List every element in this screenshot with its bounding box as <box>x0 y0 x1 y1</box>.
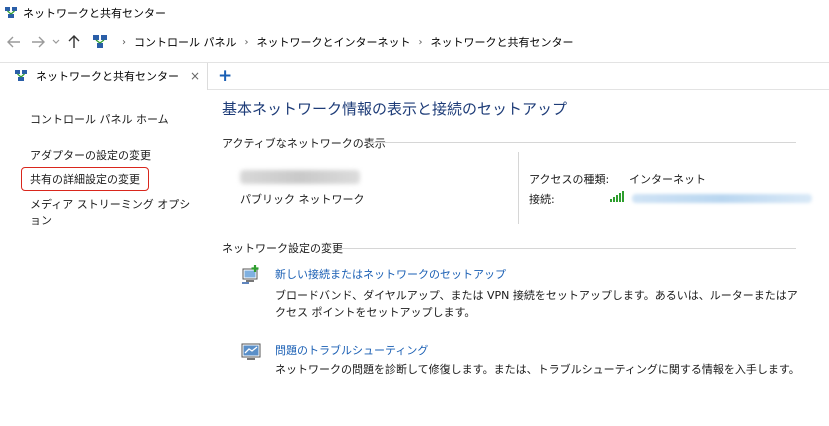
new-connection-icon <box>242 265 259 284</box>
troubleshoot-link[interactable]: 問題のトラブルシューティング <box>275 342 428 358</box>
window-titlebar: ネットワークと共有センター <box>0 0 829 26</box>
sidebar-item-advanced-sharing[interactable]: 共有の詳細設定の変更 <box>21 167 149 191</box>
signal-strength-icon <box>610 191 624 202</box>
breadcrumb-control-panel[interactable]: コントロール パネル <box>134 34 237 50</box>
chevron-down-icon[interactable] <box>50 32 62 52</box>
address-field[interactable]: › コントロール パネル › ネットワークとインターネット › ネットワークと共… <box>88 31 829 53</box>
breadcrumb-network-internet[interactable]: ネットワークとインターネット <box>257 34 411 50</box>
tab-label: ネットワークと共有センター <box>36 70 179 83</box>
network-type: パブリック ネットワーク <box>240 193 365 206</box>
access-type-value: インターネット <box>629 173 706 186</box>
main-content: 基本ネットワーク情報の表示と接続のセットアップ アクティブなネットワークの表示 … <box>200 90 829 426</box>
vertical-divider <box>518 152 519 224</box>
breadcrumb-network-sharing-center[interactable]: ネットワークと共有センター <box>431 34 574 50</box>
sidebar-item-control-panel-home[interactable]: コントロール パネル ホーム <box>30 111 169 127</box>
page-title: 基本ネットワーク情報の表示と接続のセットアップ <box>222 100 568 118</box>
close-icon[interactable]: × <box>189 69 201 83</box>
new-connection-description: ブロードバンド、ダイヤルアップ、または VPN 接続をセットアップします。あるい… <box>275 289 798 319</box>
section-divider <box>338 248 796 249</box>
connection-label: 接続: <box>529 193 555 206</box>
chevron-right-icon: › <box>122 36 126 48</box>
sidebar: コントロール パネル ホーム アダプターの設定の変更 共有の詳細設定の変更 メデ… <box>0 90 200 426</box>
troubleshoot-icon <box>241 343 261 360</box>
address-bar: › コントロール パネル › ネットワークとインターネット › ネットワークと共… <box>0 30 829 54</box>
control-panel-icon <box>93 35 107 48</box>
tab-bar: ネットワークと共有センター × + <box>0 62 829 90</box>
chevron-right-icon: › <box>418 36 423 48</box>
up-arrow-icon[interactable] <box>64 32 84 52</box>
sidebar-item-media-streaming[interactable]: メディア ストリーミング オプション <box>30 196 200 228</box>
connection-name-redacted[interactable] <box>632 194 812 203</box>
window-title: ネットワークと共有センター <box>23 7 166 20</box>
network-center-icon <box>5 7 17 18</box>
access-type-label: アクセスの種類: <box>529 173 610 186</box>
troubleshoot-description: ネットワークの問題を診断して修復します。または、トラブルシューティングに関する情… <box>275 363 800 376</box>
network-name-redacted <box>240 170 360 184</box>
new-connection-link[interactable]: 新しい接続またはネットワークのセットアップ <box>275 266 506 282</box>
section-change-network-settings: ネットワーク設定の変更 <box>222 242 343 255</box>
section-divider <box>368 142 796 143</box>
section-active-networks: アクティブなネットワークの表示 <box>222 137 386 150</box>
forward-arrow-icon[interactable] <box>28 32 48 52</box>
network-center-icon <box>15 70 27 81</box>
chevron-right-icon: › <box>244 36 249 48</box>
back-arrow-icon[interactable] <box>4 32 24 52</box>
sidebar-item-adapter-settings[interactable]: アダプターの設定の変更 <box>30 147 151 163</box>
tab-network-sharing-center[interactable]: ネットワークと共有センター × <box>0 62 208 90</box>
add-tab-button[interactable]: + <box>218 66 232 86</box>
